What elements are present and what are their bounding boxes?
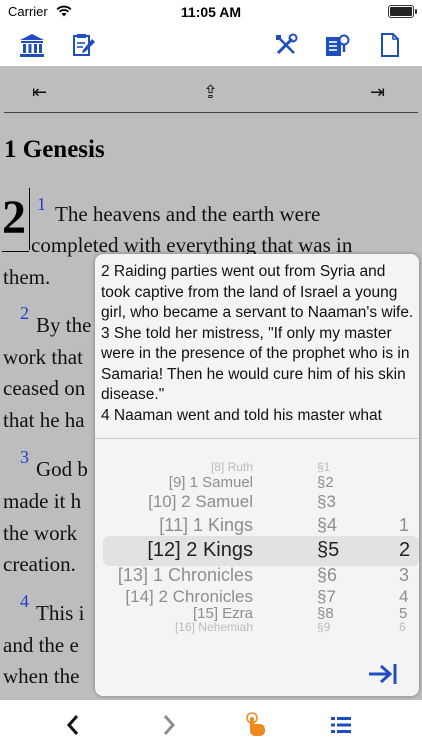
- picker-section: §1: [317, 460, 331, 474]
- picker-row[interactable]: [13] 1 Chronicles §6 3: [95, 565, 419, 587]
- picker-book: [12] 2 Kings: [147, 539, 253, 561]
- battery-icon: [388, 5, 417, 18]
- chapter-divider: [29, 188, 30, 250]
- verse-line: The heavens and the earth were: [55, 202, 321, 226]
- passage-verse: 4 Naaman went and told his master what: [101, 406, 382, 424]
- book-section-picker[interactable]: [8] Ruth §1 [9] 1 Samuel §2 [10] 2 Samue…: [95, 454, 419, 634]
- verse-line: the work: [3, 521, 78, 545]
- verse-number[interactable]: 4: [20, 591, 29, 612]
- verse-line: ceased on: [3, 376, 86, 400]
- passage-preview[interactable]: 2 Raiding parties went out from Syria an…: [101, 262, 417, 438]
- verse-line: made it h: [3, 489, 82, 513]
- verse-number[interactable]: 1: [37, 194, 46, 215]
- popup-divider: [95, 438, 419, 439]
- chapter-nav: ⇤ ⇪ ⇥: [0, 66, 422, 114]
- divider: [4, 112, 418, 113]
- library-icon[interactable]: [18, 31, 46, 59]
- picker-row[interactable]: [16] Nehemiah §9 6: [95, 620, 419, 642]
- picker-book: [14] 2 Chronicles: [125, 587, 253, 606]
- picker-book: [9] 1 Samuel: [168, 474, 253, 491]
- prev-chapter-button[interactable]: ⇤: [32, 82, 47, 103]
- book-title: 1 Genesis: [4, 136, 105, 163]
- picker-verse: 4: [399, 587, 409, 606]
- next-chapter-button[interactable]: ⇥: [370, 82, 385, 103]
- up-button[interactable]: ⇪: [203, 82, 218, 103]
- verse-line: and the e: [3, 633, 79, 657]
- passage-verse: 2 Raiding parties went out from Syria an…: [101, 263, 414, 321]
- picker-section: §5: [317, 539, 340, 561]
- clock: 11:05 AM: [180, 4, 242, 20]
- chapter-underline: [2, 251, 29, 252]
- picker-section: §4: [317, 515, 338, 535]
- picker-verse: 3: [399, 565, 410, 585]
- picker-book: [10] 2 Samuel: [148, 492, 253, 511]
- picker-row[interactable]: [11] 1 Kings §4 1: [95, 515, 419, 537]
- passage-verse: 3 She told her mistress, "If only my mas…: [101, 324, 410, 404]
- notes-icon[interactable]: [70, 31, 98, 59]
- picker-row-selected[interactable]: [12] 2 Kings §5 2: [95, 539, 419, 561]
- verse-line: This i: [36, 601, 85, 625]
- chapter-number: 2: [2, 191, 26, 244]
- verse-line: when the: [3, 664, 80, 688]
- jump-to-icon[interactable]: [367, 660, 399, 688]
- back-chevron-icon[interactable]: [60, 712, 86, 738]
- verse-number[interactable]: 2: [20, 303, 29, 324]
- verse-line: that he ha: [3, 408, 85, 432]
- search-doc-icon[interactable]: [324, 31, 352, 59]
- verse-line: God b: [36, 457, 88, 481]
- list-icon[interactable]: [328, 712, 354, 738]
- tap-hand-icon[interactable]: [244, 712, 270, 738]
- picker-book: [8] Ruth: [210, 460, 253, 474]
- picker-row[interactable]: [10] 2 Samuel §3: [95, 492, 419, 514]
- picker-section: §2: [317, 474, 334, 491]
- top-toolbar: [0, 24, 422, 66]
- picker-section: §7: [317, 587, 336, 606]
- forward-chevron-icon[interactable]: [156, 712, 182, 738]
- verse-popup[interactable]: 2 Raiding parties went out from Syria an…: [95, 254, 419, 696]
- picker-verse: 2: [399, 539, 411, 561]
- picker-verse: 1: [399, 515, 410, 535]
- tools-icon[interactable]: [272, 31, 300, 59]
- verse-line: By the: [36, 313, 92, 337]
- picker-book: [11] 1 Kings: [159, 515, 253, 535]
- bottom-toolbar: [0, 700, 422, 750]
- picker-section: §3: [317, 492, 336, 511]
- picker-book: [13] 1 Chronicles: [117, 565, 253, 585]
- verse-number[interactable]: 3: [20, 447, 29, 468]
- picker-section: §9: [317, 620, 331, 634]
- picker-book: [16] Nehemiah: [174, 620, 253, 634]
- verse-line: work that: [3, 345, 83, 369]
- verse-line: them.: [3, 265, 51, 289]
- picker-verse: 6: [399, 620, 406, 634]
- verse-line: creation.: [3, 552, 76, 576]
- status-bar: Carrier 11:05 AM: [0, 0, 422, 24]
- page-icon[interactable]: [376, 31, 404, 59]
- picker-section: §6: [317, 565, 338, 585]
